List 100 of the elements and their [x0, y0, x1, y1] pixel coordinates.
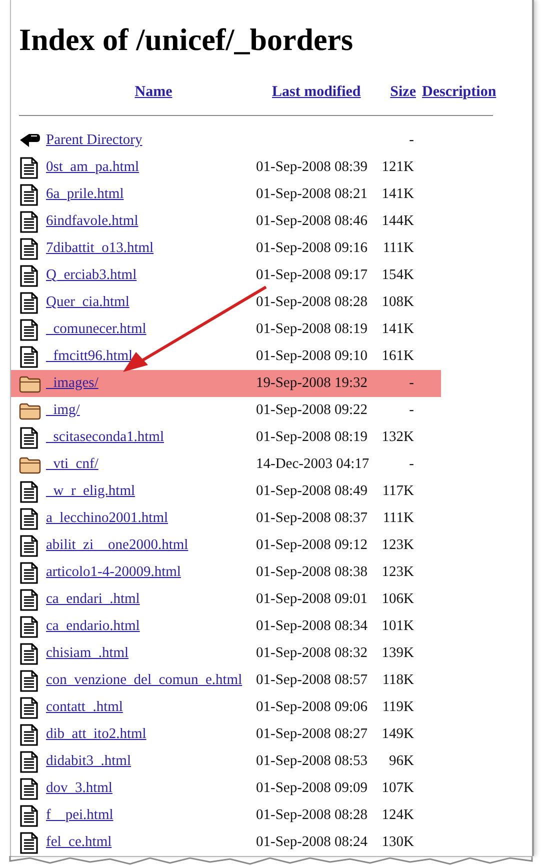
- document-icon: [19, 346, 39, 368]
- file-link[interactable]: f__pei.html: [46, 807, 114, 823]
- table-row[interactable]: 6a_prile.html 01-Sep-2008 08:21 141K: [11, 181, 441, 208]
- modified-date: 01-Sep-2008 08:27: [256, 726, 368, 742]
- document-icon: [19, 480, 39, 502]
- table-row[interactable]: _fmcitt96.html 01-Sep-2008 09:10 161K: [11, 343, 441, 370]
- file-link[interactable]: abilit_zi__one2000.html: [46, 537, 188, 553]
- file-size: 132K: [382, 429, 414, 445]
- file-link[interactable]: _fmcitt96.html: [46, 348, 133, 364]
- table-row[interactable]: _comunecer.html 01-Sep-2008 08:19 141K: [11, 316, 441, 343]
- file-link[interactable]: contatt_.html: [46, 699, 123, 715]
- folder-icon: [19, 402, 41, 420]
- folder-link[interactable]: _vti_cnf/: [46, 456, 98, 472]
- document-icon: [19, 210, 39, 232]
- modified-date: 01-Sep-2008 09:01: [256, 591, 368, 607]
- file-size: 118K: [382, 672, 414, 688]
- file-size: -: [409, 456, 414, 472]
- modified-date: 01-Sep-2008 08:38: [256, 564, 368, 580]
- file-link[interactable]: didabit3_.html: [46, 753, 131, 769]
- file-link[interactable]: chisiam_.html: [46, 645, 129, 661]
- table-row[interactable]: f__pei.html 01-Sep-2008 08:28 124K: [11, 802, 441, 829]
- document-icon: [19, 696, 39, 718]
- document-icon: [19, 832, 39, 854]
- table-row[interactable]: fel_ce.html 01-Sep-2008 08:24 130K: [11, 829, 441, 856]
- document-icon: [19, 292, 39, 314]
- table-row[interactable]: 7dibattit_o13.html 01-Sep-2008 09:16 111K: [11, 235, 441, 262]
- document-icon: [19, 616, 39, 638]
- table-row[interactable]: _vti_cnf/ 14-Dec-2003 04:17 -: [11, 451, 441, 478]
- modified-date: 01-Sep-2008 09:10: [256, 348, 368, 364]
- table-row[interactable]: dib_att_ito2.html 01-Sep-2008 08:27 149K: [11, 721, 441, 748]
- document-icon: [19, 750, 39, 772]
- file-link[interactable]: articolo1-4-20009.html: [46, 564, 181, 580]
- file-link[interactable]: 7dibattit_o13.html: [46, 240, 154, 256]
- table-row[interactable]: Q_erciab3.html 01-Sep-2008 09:17 154K: [11, 262, 441, 289]
- file-link[interactable]: dov_3.html: [46, 780, 112, 796]
- file-size: -: [409, 375, 414, 391]
- parent-directory-link[interactable]: Parent Directory: [46, 132, 142, 148]
- table-row[interactable]: _img/ 01-Sep-2008 09:22 -: [11, 397, 441, 424]
- table-row[interactable]: didabit3_.html 01-Sep-2008 08:53 96K: [11, 748, 441, 775]
- file-link[interactable]: _comunecer.html: [46, 321, 146, 337]
- table-row[interactable]: chisiam_.html 01-Sep-2008 08:32 139K: [11, 640, 441, 667]
- file-size: 141K: [382, 186, 414, 202]
- document-icon: [19, 508, 39, 530]
- table-row[interactable]: ca_endario.html 01-Sep-2008 08:34 101K: [11, 613, 441, 640]
- file-size: 123K: [382, 537, 414, 553]
- table-row[interactable]: abilit_zi__one2000.html 01-Sep-2008 09:12 123K: [11, 532, 441, 559]
- file-size: 96K: [389, 753, 414, 769]
- table-row[interactable]: _w_r_elig.html 01-Sep-2008 08:49 117K: [11, 478, 441, 505]
- column-header-link[interactable]: Description: [422, 84, 496, 100]
- modified-date: 01-Sep-2008 08:53: [256, 753, 368, 769]
- file-size: 141K: [382, 321, 414, 337]
- file-link[interactable]: 6indfavole.html: [46, 213, 138, 229]
- file-link[interactable]: ca_endari_.html: [46, 591, 140, 607]
- modified-date: 01-Sep-2008 08:28: [256, 807, 368, 823]
- file-link[interactable]: Quer_cia.html: [46, 294, 130, 310]
- document-icon: [19, 184, 39, 206]
- modified-date: 01-Sep-2008 09:09: [256, 780, 368, 796]
- file-size: 108K: [382, 294, 414, 310]
- file-link[interactable]: 6a_prile.html: [46, 186, 124, 202]
- modified-date: 14-Dec-2003 04:17: [256, 456, 370, 472]
- column-header-link[interactable]: Size: [390, 84, 416, 100]
- modified-date: 01-Sep-2008 08:49: [256, 483, 368, 499]
- file-link[interactable]: _w_r_elig.html: [46, 483, 136, 499]
- document-icon: [19, 670, 39, 692]
- document-icon: [19, 804, 39, 826]
- document-icon: [19, 642, 39, 664]
- column-header-link[interactable]: Last modified: [272, 84, 361, 100]
- file-link[interactable]: a_lecchino2001.html: [46, 510, 168, 526]
- table-row[interactable]: contatt_.html 01-Sep-2008 09:06 119K: [11, 694, 441, 721]
- table-row[interactable]: _scitaseconda1.html 01-Sep-2008 08:19 132K: [11, 424, 441, 451]
- table-row[interactable]: dov_3.html 01-Sep-2008 09:09 107K: [11, 775, 441, 802]
- file-size: 117K: [382, 483, 414, 499]
- modified-date: 01-Sep-2008 09:16: [256, 240, 368, 256]
- file-link[interactable]: Q_erciab3.html: [46, 267, 137, 283]
- folder-link[interactable]: _img/: [46, 402, 80, 418]
- document-icon: [19, 778, 39, 800]
- modified-date: 01-Sep-2008 09:12: [256, 537, 368, 553]
- table-row[interactable]: Quer_cia.html 01-Sep-2008 08:28 108K: [11, 289, 441, 316]
- folder-icon: [19, 374, 41, 392]
- file-link[interactable]: dib_att_ito2.html: [46, 726, 146, 742]
- file-link[interactable]: 0st_am_pa.html: [46, 159, 140, 175]
- table-row[interactable]: articolo1-4-20009.html 01-Sep-2008 08:38 123K: [11, 559, 441, 586]
- highlighted-row[interactable]: _images/ 19-Sep-2008 19:32 -: [11, 370, 441, 397]
- table-row[interactable]: Parent Directory -: [11, 127, 441, 154]
- file-size: -: [409, 132, 414, 148]
- folder-link[interactable]: _images/: [46, 375, 98, 391]
- file-size: 107K: [382, 780, 414, 796]
- document-icon: [19, 724, 39, 746]
- file-link[interactable]: _scitaseconda1.html: [46, 429, 164, 445]
- modified-date: 01-Sep-2008 08:32: [256, 645, 368, 661]
- file-link[interactable]: fel_ce.html: [46, 834, 112, 850]
- table-row[interactable]: 6indfavole.html 01-Sep-2008 08:46 144K: [11, 208, 441, 235]
- file-link[interactable]: ca_endario.html: [46, 618, 140, 634]
- table-row[interactable]: ca_endari_.html 01-Sep-2008 09:01 106K: [11, 586, 441, 613]
- table-row[interactable]: a_lecchino2001.html 01-Sep-2008 08:37 111K: [11, 505, 441, 532]
- column-header-link[interactable]: Name: [134, 84, 172, 100]
- table-row[interactable]: con_venzione_del_comun_e.html 01-Sep-2008 08:57 118K: [11, 667, 441, 694]
- modified-date: 01-Sep-2008 08:37: [256, 510, 368, 526]
- table-row[interactable]: 0st_am_pa.html 01-Sep-2008 08:39 121K: [11, 154, 441, 181]
- file-link[interactable]: con_venzione_del_comun_e.html: [46, 672, 242, 688]
